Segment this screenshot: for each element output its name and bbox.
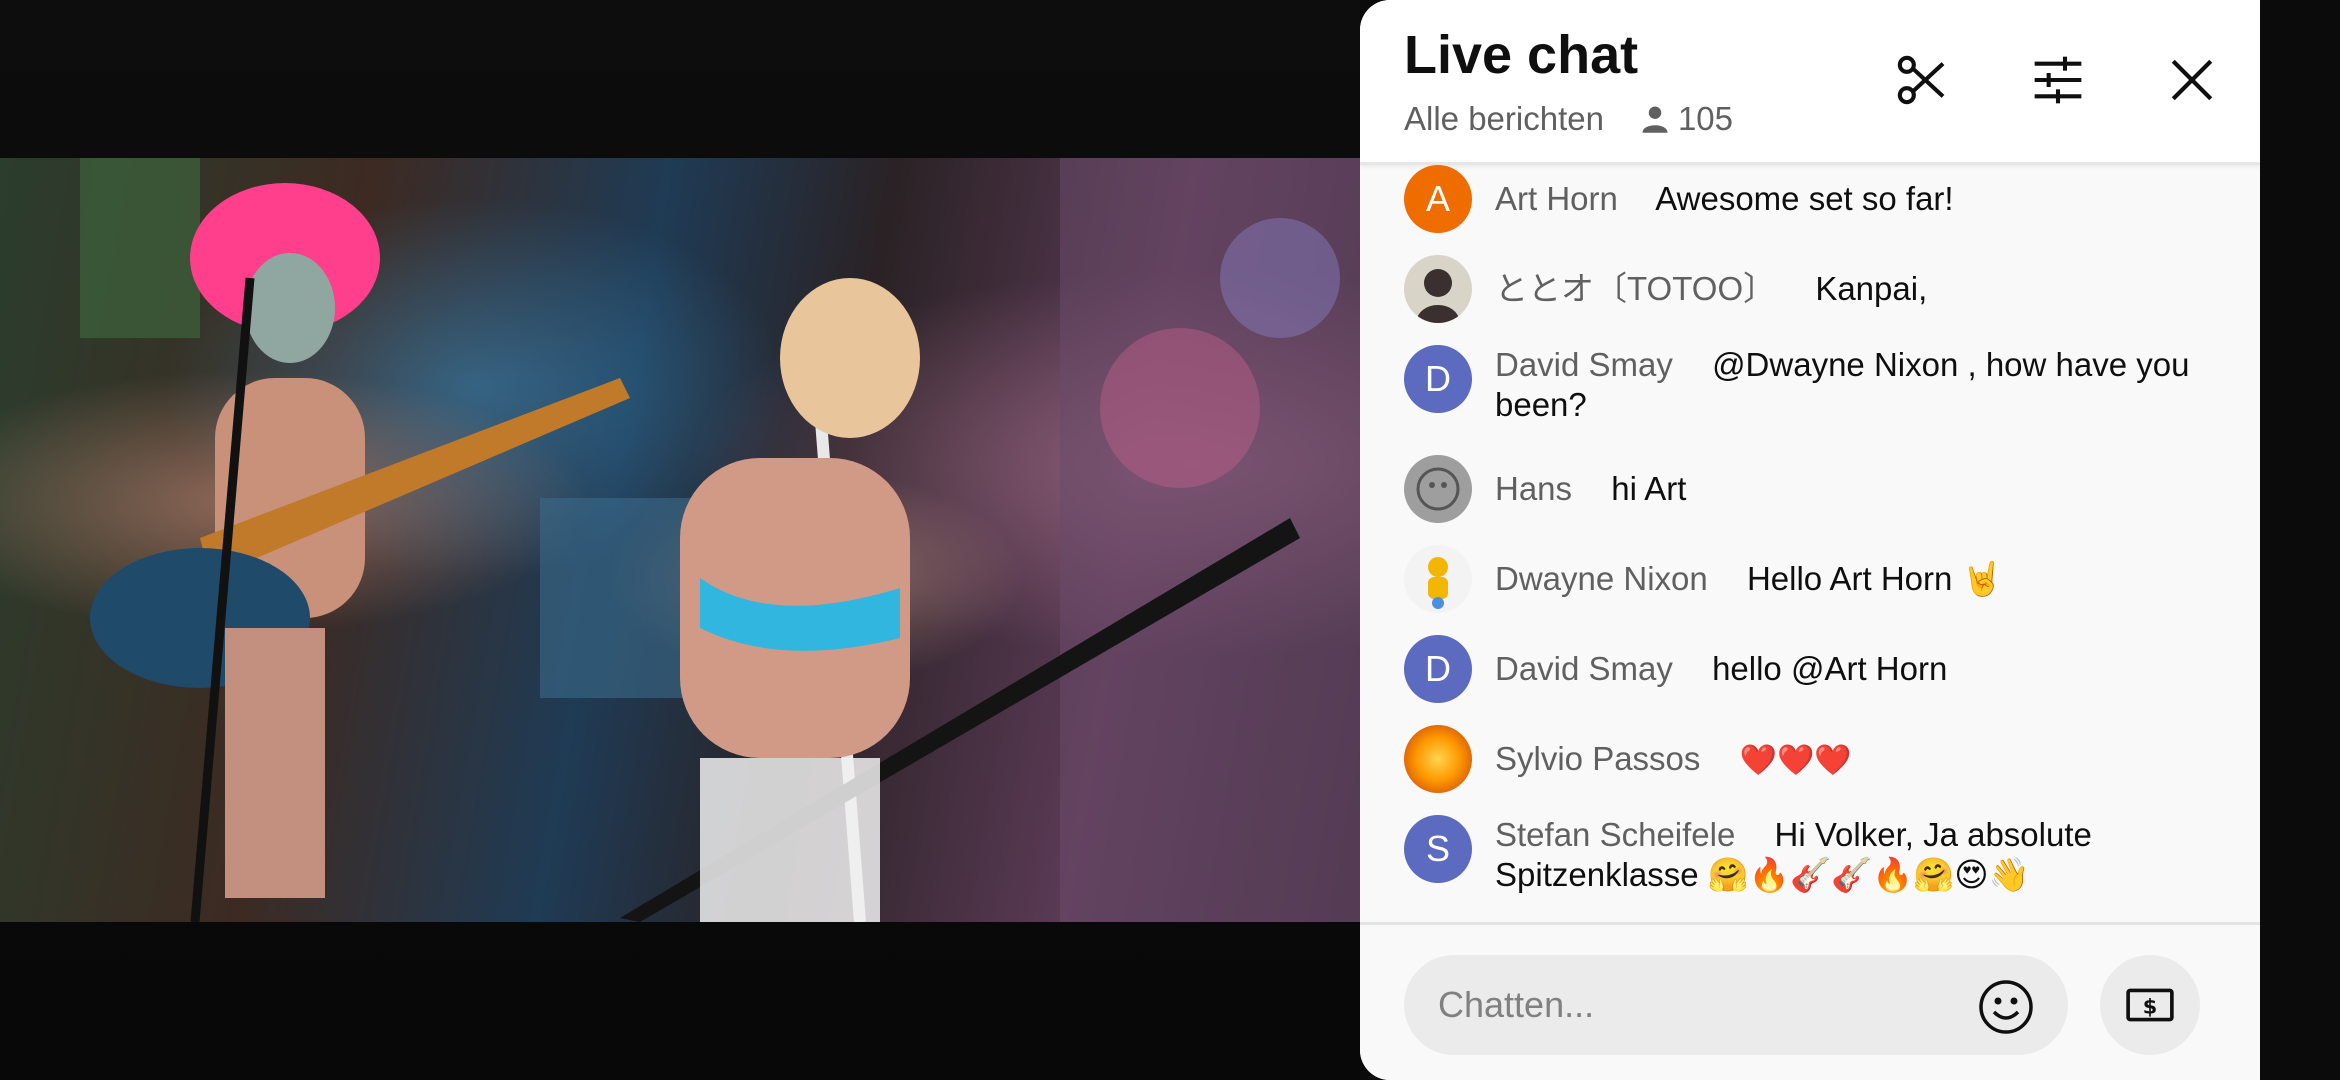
scissors-icon[interactable] [1890, 48, 1954, 112]
chat-header: Live chat Alle berichten 105 [1360, 0, 2260, 165]
video-frame[interactable] [0, 158, 1360, 922]
video-player[interactable] [0, 0, 1360, 1080]
chat-message: Dwayne Nixon Hello Art Horn 🤘 [1404, 545, 2224, 613]
chat-message: D David Smay @Dwayne Nixon , how have yo… [1404, 345, 2224, 425]
message-author[interactable]: David Smay [1495, 346, 1673, 383]
message-author[interactable]: Hans [1495, 470, 1572, 507]
chat-message: D David Smay hello @Art Horn [1404, 635, 2224, 703]
avatar[interactable]: D [1404, 635, 1472, 703]
avatar[interactable] [1404, 455, 1472, 523]
message-text: Hello Art Horn 🤘 [1746, 560, 2003, 597]
message-author[interactable]: David Smay [1495, 650, 1673, 687]
chat-footer: Chatten... $ [1360, 922, 2260, 1080]
chat-input-placeholder: Chatten... [1438, 984, 1595, 1025]
close-icon[interactable] [2160, 48, 2224, 112]
chat-filter-dropdown[interactable]: Alle berichten 105 [1404, 100, 1733, 138]
message-text: hi Art [1611, 470, 1687, 507]
viewer-count-value: 105 [1677, 100, 1734, 137]
dollar-bill-icon: $ [2126, 988, 2174, 1022]
chat-title: Live chat [1404, 25, 1639, 85]
viewer-count: 105 [1640, 100, 1733, 138]
avatar[interactable] [1404, 725, 1472, 793]
chat-message: S Stefan Scheifele Hi Volker, Ja absolut… [1404, 815, 2224, 895]
smiley-icon[interactable] [1978, 979, 2034, 1035]
message-author[interactable]: Art Horn [1495, 180, 1618, 217]
chat-input[interactable]: Chatten... [1404, 955, 2068, 1055]
avatar[interactable]: A [1404, 165, 1472, 233]
avatar[interactable]: D [1404, 345, 1472, 413]
svg-text:$: $ [2143, 994, 2158, 1018]
message-text: Awesome set so far! [1655, 180, 1954, 217]
screen-edge [2260, 0, 2340, 1080]
chat-message: ととオ〔TOTOO〕 Kanpai, [1404, 255, 2224, 323]
chat-message: A Art Horn Awesome set so far! [1404, 165, 2224, 233]
message-text: ❤️❤️❤️ [1739, 744, 1852, 777]
person-icon [1642, 106, 1668, 133]
message-author[interactable]: ととオ〔TOTOO〕 [1495, 270, 1776, 307]
super-chat-button[interactable]: $ [2100, 955, 2200, 1055]
chat-message: Hans hi Art [1404, 455, 2224, 523]
message-text: hello @Art Horn [1712, 650, 1948, 687]
message-author[interactable]: Sylvio Passos [1495, 740, 1700, 777]
concert-scene-illustration [80, 158, 1360, 922]
chat-message: Sylvio Passos ❤️❤️❤️ [1404, 725, 2224, 793]
chat-filter-label: Alle berichten [1404, 100, 1604, 137]
message-text: Kanpai, [1815, 270, 1928, 307]
avatar[interactable] [1404, 545, 1472, 613]
message-author[interactable]: Stefan Scheifele [1495, 816, 1735, 853]
avatar[interactable] [1404, 255, 1472, 323]
live-chat-panel: Live chat Alle berichten 105 A Art Horn … [1360, 0, 2260, 1080]
message-author[interactable]: Dwayne Nixon [1495, 560, 1708, 597]
chat-message-list[interactable]: A Art Horn Awesome set so far! ととオ〔TOTOO… [1360, 165, 2260, 925]
avatar[interactable]: S [1404, 815, 1472, 883]
sliders-icon[interactable] [2026, 48, 2090, 112]
